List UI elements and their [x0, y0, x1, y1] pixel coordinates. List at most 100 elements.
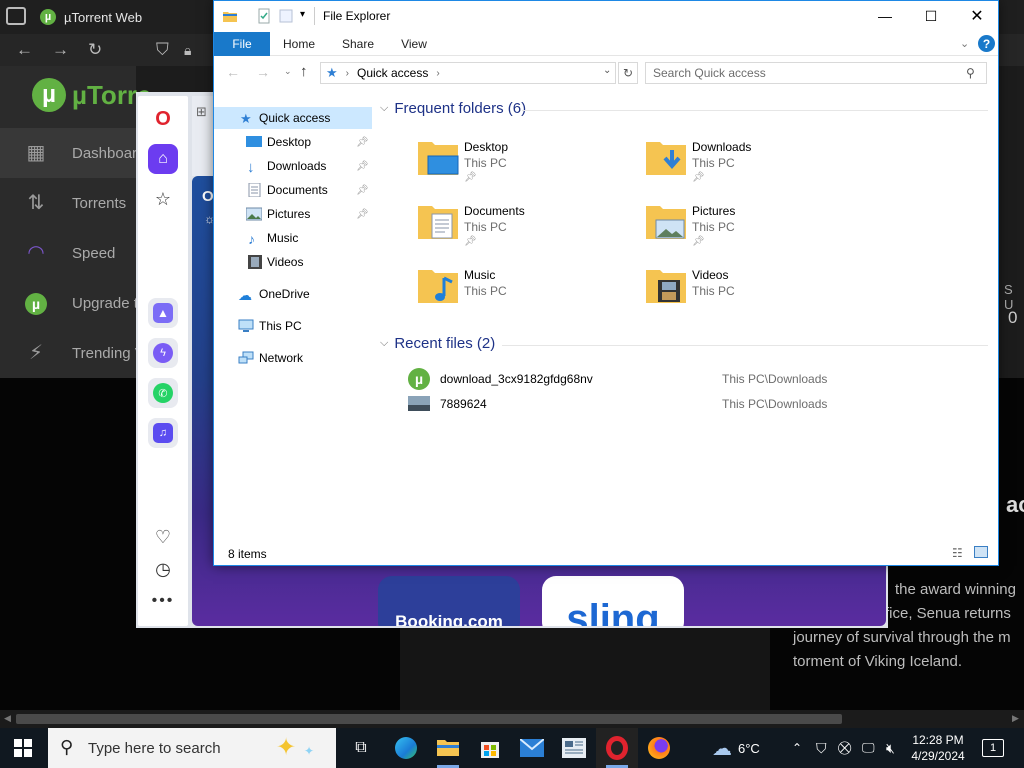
clock[interactable]: 12:28 PM 4/29/2024: [911, 728, 964, 768]
recent-file-row[interactable]: 7889624 This PC\Downloads: [406, 393, 966, 415]
security-tray[interactable]: ⛉: [816, 728, 827, 768]
scroll-right-icon[interactable]: ▶: [1012, 713, 1019, 724]
speed-dial-sling[interactable]: sling: [542, 576, 684, 626]
star-icon[interactable]: ☆: [148, 184, 178, 214]
heart-icon[interactable]: ♡: [148, 522, 178, 552]
back-icon[interactable]: ←: [16, 40, 33, 60]
folder-documents[interactable]: Documents This PC 📌︎: [416, 198, 616, 254]
nav-music[interactable]: ♪ Music: [214, 227, 372, 249]
tab-share[interactable]: Share: [334, 32, 382, 56]
nav-pictures[interactable]: Pictures 📌︎: [214, 203, 372, 225]
folder-pictures[interactable]: Pictures This PC 📌︎: [644, 198, 844, 254]
history-icon[interactable]: ◷: [148, 554, 178, 584]
forward-icon[interactable]: →: [256, 64, 270, 80]
browser-tab[interactable]: µ µTorrent Web: [34, 4, 214, 30]
recent-file-row[interactable]: µ download_3cx9182gfdg68nv This PC\Downl…: [406, 368, 966, 390]
nav-upgrade[interactable]: µ Upgrade t: [0, 278, 138, 328]
nav-downloads[interactable]: ↓ Downloads 📌︎: [214, 155, 372, 177]
close-button[interactable]: ✕: [954, 1, 1000, 31]
large-icons-view-icon[interactable]: [974, 546, 988, 558]
network-tray[interactable]: ⛒: [838, 728, 851, 768]
tab-view[interactable]: View: [392, 32, 436, 56]
nav-label: This PC: [259, 319, 302, 333]
search-input[interactable]: Search Quick access ⚲: [645, 62, 987, 84]
notification-center[interactable]: 1: [982, 728, 1004, 768]
divider: [314, 7, 315, 25]
tab-stack-icon[interactable]: [6, 7, 26, 25]
store-taskbar-button[interactable]: [469, 728, 511, 768]
news-taskbar-button[interactable]: [553, 728, 595, 768]
music-player-icon[interactable]: ♫: [148, 418, 178, 448]
show-hidden-icons[interactable]: ⌃: [792, 728, 802, 768]
refresh-icon[interactable]: ↻: [618, 62, 638, 84]
opera-logo-icon[interactable]: O: [148, 104, 178, 134]
firefox-taskbar-button[interactable]: [638, 728, 680, 768]
folder-downloads[interactable]: Downloads This PC 📌︎: [644, 134, 844, 190]
nav-dashboard[interactable]: ▦ Dashboar: [0, 128, 137, 178]
opera-topbar: ⊞: [192, 96, 214, 176]
home-icon[interactable]: ⌂: [148, 144, 178, 174]
address-dropdown-icon[interactable]: ⌄: [603, 65, 611, 76]
folder-desktop[interactable]: Desktop This PC 📌︎: [416, 134, 616, 190]
breadcrumb[interactable]: Quick access: [357, 66, 428, 80]
recent-locations-icon[interactable]: ⌄: [284, 66, 292, 77]
weather-widget[interactable]: ☁ 6°C: [712, 728, 760, 768]
nav-torrents[interactable]: ⇅ Torrents: [0, 178, 136, 228]
address-bar[interactable]: ★ › Quick access › ⌄: [320, 62, 616, 84]
volume-tray[interactable]: 🔇︎: [886, 728, 895, 768]
nav-trending[interactable]: ⚡︎ Trending V: [0, 328, 145, 378]
frequent-folders-header[interactable]: ⌵ Frequent folders (6): [380, 100, 526, 117]
up-icon[interactable]: ↑: [300, 63, 308, 80]
search-icon[interactable]: ⚲: [966, 66, 975, 80]
display-tray[interactable]: 🖵︎: [862, 728, 875, 768]
mail-taskbar-button[interactable]: [511, 728, 553, 768]
nav-speed[interactable]: ◠ Speed: [0, 228, 136, 278]
new-folder-icon[interactable]: [278, 8, 294, 24]
nav-desktop[interactable]: Desktop 📌︎: [214, 131, 372, 153]
start-button[interactable]: [2, 728, 44, 768]
nav-quick-access[interactable]: ★ Quick access: [214, 107, 372, 129]
nav-documents[interactable]: Documents 📌︎: [214, 179, 372, 201]
aria-icon[interactable]: ▲: [148, 298, 178, 328]
utorrent-logo[interactable]: µ µTorre: [32, 78, 152, 112]
pin-icon[interactable]: 📌︎: [356, 137, 369, 148]
grid-icon[interactable]: ⊞: [196, 104, 207, 120]
taskbar-search[interactable]: ⚲ Type here to search ✦ ✦: [48, 728, 336, 768]
reload-icon[interactable]: ↻: [88, 40, 102, 60]
pin-icon[interactable]: 📌︎: [356, 161, 369, 172]
folder-videos[interactable]: Videos This PC: [644, 262, 844, 318]
nav-videos[interactable]: Videos: [214, 251, 372, 273]
speed-dial-booking[interactable]: Booking.com: [378, 576, 520, 626]
more-icon[interactable]: •••: [148, 586, 178, 616]
file-name: 7889624: [440, 397, 487, 411]
tab-file[interactable]: File: [214, 32, 270, 56]
opera-taskbar-button[interactable]: [596, 728, 638, 768]
lock-icon[interactable]: 🔒︎: [184, 40, 191, 60]
file-explorer-taskbar-button[interactable]: [427, 728, 469, 768]
shield-icon[interactable]: ⛉: [156, 40, 169, 60]
minimize-button[interactable]: —: [862, 1, 908, 31]
nav-this-pc[interactable]: This PC: [214, 315, 372, 337]
pin-icon[interactable]: 📌︎: [356, 185, 369, 196]
scroll-left-icon[interactable]: ◀: [4, 713, 11, 724]
pin-icon[interactable]: 📌︎: [356, 209, 369, 220]
messenger-icon[interactable]: ϟ: [148, 338, 178, 368]
back-icon[interactable]: ←: [226, 64, 240, 80]
task-view-button[interactable]: ⧉: [340, 728, 382, 768]
edge-taskbar-button[interactable]: [385, 728, 427, 768]
nav-onedrive[interactable]: ☁ OneDrive: [214, 283, 372, 305]
help-icon[interactable]: ?: [978, 35, 995, 52]
scrollbar-thumb[interactable]: [16, 714, 842, 724]
customize-qat-icon[interactable]: ▾: [300, 9, 305, 20]
forward-icon[interactable]: →: [52, 40, 69, 60]
properties-icon[interactable]: [256, 8, 272, 24]
maximize-button[interactable]: ☐: [908, 1, 954, 31]
recent-files-header[interactable]: ⌵ Recent files (2): [380, 335, 495, 352]
whatsapp-icon[interactable]: ✆: [148, 378, 178, 408]
tab-home[interactable]: Home: [276, 32, 322, 56]
nav-network[interactable]: Network: [214, 347, 372, 369]
expand-ribbon-icon[interactable]: ⌄: [960, 37, 969, 50]
details-view-icon[interactable]: ☷: [952, 546, 963, 560]
horizontal-scrollbar[interactable]: ◀ ▶: [0, 710, 1024, 728]
folder-music[interactable]: Music This PC: [416, 262, 616, 318]
